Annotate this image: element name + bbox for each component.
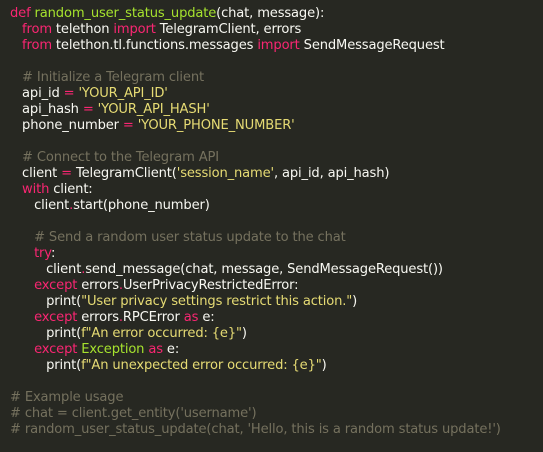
code-text: errors xyxy=(77,310,119,325)
code-text: client xyxy=(34,198,70,213)
code-line-7: api_hash = 'YOUR_API_HASH' xyxy=(10,102,543,118)
keyword: def xyxy=(10,6,31,21)
code-text: SendMessageRequest xyxy=(299,38,445,53)
keyword: except xyxy=(34,278,78,293)
variable: api_id xyxy=(22,86,60,101)
operator: = xyxy=(57,166,76,181)
code-line-3: from telethon.tl.functions.messages impo… xyxy=(10,38,543,54)
keyword: from xyxy=(22,22,52,37)
keyword: except xyxy=(34,310,78,325)
operator: = xyxy=(118,118,138,133)
code-text: UserPrivacyRestrictedError: xyxy=(122,278,299,293)
code-line-25: # Example usage xyxy=(10,390,543,406)
module-name: telethon xyxy=(51,22,114,37)
code-line-22: except Exception as e: xyxy=(10,342,543,358)
code-text: print( xyxy=(46,294,82,309)
code-editor[interactable]: def random_user_status_update(chat, mess… xyxy=(0,0,543,452)
code-text: start(phone_number) xyxy=(73,198,210,213)
code-line-23: print(f"An unexpected error occurred: {e… xyxy=(10,358,543,374)
comment: # Initialize a Telegram client xyxy=(22,70,204,85)
code-line-18: except errors.UserPrivacyRestrictedError… xyxy=(10,278,543,294)
code-line-15: # Send a random user status update to th… xyxy=(10,230,543,246)
code-text: client xyxy=(46,262,82,277)
code-line-13: client.start(phone_number) xyxy=(10,198,543,214)
comment: # Example usage xyxy=(10,390,124,405)
code-text: (chat, message): xyxy=(216,6,325,21)
code-line-11: client = TelegramClient('session_name', … xyxy=(10,166,543,182)
keyword: except xyxy=(34,342,78,357)
variable: client xyxy=(22,166,58,181)
keyword: import xyxy=(113,22,156,37)
code-text: TelegramClient, errors xyxy=(155,22,302,37)
code-line-6: api_id = 'YOUR_API_ID' xyxy=(10,86,543,102)
keyword: as xyxy=(148,342,163,357)
code-text: e: xyxy=(198,310,215,325)
code-line-8: phone_number = 'YOUR_PHONE_NUMBER' xyxy=(10,118,543,134)
code-line-20: except errors.RPCError as e: xyxy=(10,310,543,326)
string-literal: f"An unexpected error occurred: {e}" xyxy=(81,358,322,373)
code-line-17: client.send_message(chat, message, SendM… xyxy=(10,262,543,278)
comment: # random_user_status_update(chat, 'Hello… xyxy=(10,422,501,437)
operator: = xyxy=(59,86,79,101)
code-text: TelegramClient( xyxy=(75,166,177,181)
code-line-27: # random_user_status_update(chat, 'Hello… xyxy=(10,422,543,438)
string-literal: "User privacy settings restrict this act… xyxy=(81,294,353,309)
code-text: , api_id, api_hash) xyxy=(274,166,390,181)
code-text: ) xyxy=(352,294,358,309)
string-literal: 'YOUR_API_HASH' xyxy=(97,102,210,117)
code-line-1: def random_user_status_update(chat, mess… xyxy=(10,6,543,22)
keyword: from xyxy=(22,38,52,53)
string-literal: 'YOUR_PHONE_NUMBER' xyxy=(137,118,295,133)
code-text: send_message(chat, message, SendMessageR… xyxy=(85,262,443,277)
code-text: client: xyxy=(49,182,93,197)
keyword: import xyxy=(257,38,300,53)
keyword: with xyxy=(22,182,50,197)
module-name: telethon.tl.functions.messages xyxy=(51,38,258,53)
code-text: print( xyxy=(46,358,82,373)
exception-class: Exception xyxy=(77,342,149,357)
code-line-10: # Connect to the Telegram API xyxy=(10,150,543,166)
variable: api_hash xyxy=(22,102,79,117)
code-text: : xyxy=(50,246,56,261)
code-text: e: xyxy=(162,342,180,357)
code-text: errors xyxy=(77,278,119,293)
operator: = xyxy=(78,102,98,117)
code-line-26: # chat = client.get_entity('username') xyxy=(10,406,543,422)
function-name: random_user_status_update xyxy=(34,6,217,21)
code-line-5: # Initialize a Telegram client xyxy=(10,70,543,86)
string-literal: 'session_name' xyxy=(176,166,274,181)
code-line-2: from telethon import TelegramClient, err… xyxy=(10,22,543,38)
code-text: print( xyxy=(46,326,82,341)
string-literal: f"An error occurred: {e}" xyxy=(81,326,242,341)
code-text: RPCError xyxy=(122,310,184,325)
comment: # Connect to the Telegram API xyxy=(22,150,219,165)
keyword: try xyxy=(34,246,51,261)
code-line-12: with client: xyxy=(10,182,543,198)
comment: # chat = client.get_entity('username') xyxy=(10,406,257,421)
code-text: ) xyxy=(241,326,247,341)
code-line-19: print("User privacy settings restrict th… xyxy=(10,294,543,310)
string-literal: 'YOUR_API_ID' xyxy=(78,86,168,101)
code-text: ) xyxy=(321,358,327,373)
comment: # Send a random user status update to th… xyxy=(34,230,346,245)
keyword: as xyxy=(183,310,199,325)
code-line-16: try: xyxy=(10,246,543,262)
code-line-21: print(f"An error occurred: {e}") xyxy=(10,326,543,342)
variable: phone_number xyxy=(22,118,119,133)
